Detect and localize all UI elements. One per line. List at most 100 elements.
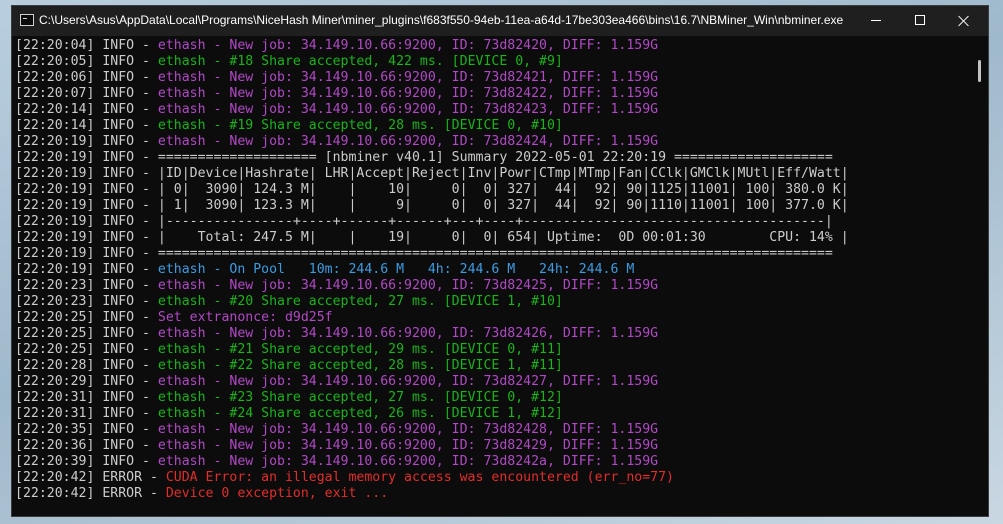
minimize-button[interactable] — [854, 6, 898, 36]
log-line: [22:20:31] INFO - ethash - #24 Share acc… — [15, 406, 970, 422]
log-prefix: [22:20:25] INFO - — [15, 326, 158, 341]
log-prefix: [22:20:19] INFO - — [15, 198, 158, 213]
log-message: |----------------+----+------+------+---… — [157, 214, 833, 229]
log-message: | Total: 247.5 M| | 19| 0| 0| 654| Uptim… — [157, 230, 849, 245]
log-message: CUDA Error: an illegal memory access was… — [165, 470, 674, 485]
log-prefix: [22:20:25] INFO - — [15, 310, 158, 325]
log-prefix: [22:20:31] INFO - — [15, 390, 158, 405]
log-line: [22:20:06] INFO - ethash - New job: 34.1… — [15, 70, 970, 86]
log-message: Set extranonce: d9d25f — [157, 310, 333, 325]
log-prefix: [22:20:19] INFO - — [15, 214, 158, 229]
log-message: ethash - #18 Share accepted, 422 ms. [DE… — [157, 54, 563, 69]
log-prefix: [22:20:06] INFO - — [15, 70, 158, 85]
log-message: ========================================… — [157, 246, 833, 261]
log-line: [22:20:25] INFO - ethash - #21 Share acc… — [15, 342, 970, 358]
log-line: [22:20:23] INFO - ethash - #20 Share acc… — [15, 294, 970, 310]
close-icon — [956, 13, 972, 29]
log-message: ethash - On Pool 10m: 244.6 M 4h: 244.6 … — [157, 262, 635, 277]
log-message: ethash - #20 Share accepted, 27 ms. [DEV… — [157, 294, 563, 309]
log-line: [22:20:14] INFO - ethash - #19 Share acc… — [15, 118, 970, 134]
log-prefix: [22:20:19] INFO - — [15, 246, 158, 261]
log-message: | 1| 3090| 123.3 M| | 9| 0| 0| 327| 44| … — [157, 198, 849, 213]
log-line: [22:20:36] INFO - ethash - New job: 34.1… — [15, 438, 970, 454]
log-prefix: [22:20:14] INFO - — [15, 118, 158, 133]
log-prefix: [22:20:39] INFO - — [15, 454, 158, 469]
log-prefix: [22:20:23] INFO - — [15, 294, 158, 309]
log-message: ethash - New job: 34.149.10.66:9200, ID:… — [157, 134, 659, 149]
log-line: [22:20:19] INFO - | 0| 3090| 124.3 M| | … — [15, 182, 970, 198]
log-prefix: [22:20:42] ERROR - — [15, 486, 166, 501]
log-line: [22:20:42] ERROR - Device 0 exception, e… — [15, 486, 970, 502]
log-line: [22:20:19] INFO - ======================… — [15, 246, 970, 262]
log-message: ethash - #22 Share accepted, 28 ms. [DEV… — [157, 358, 563, 373]
log-message: ethash - #23 Share accepted, 27 ms. [DEV… — [157, 390, 563, 405]
log-message: ethash - New job: 34.149.10.66:9200, ID:… — [157, 278, 659, 293]
title-bar[interactable]: C:\Users\Asus\AppData\Local\Programs\Nic… — [12, 6, 988, 36]
log-message: ethash - New job: 34.149.10.66:9200, ID:… — [157, 422, 659, 437]
log-line: [22:20:35] INFO - ethash - New job: 34.1… — [15, 422, 970, 438]
log-message: ethash - New job: 34.149.10.66:9200, ID:… — [157, 86, 659, 101]
log-prefix: [22:20:29] INFO - — [15, 374, 158, 389]
log-message: ==================== [nbminer v40.1] Sum… — [157, 150, 833, 165]
log-prefix: [22:20:04] INFO - — [15, 38, 158, 53]
log-prefix: [22:20:19] INFO - — [15, 262, 158, 277]
log-prefix: [22:20:19] INFO - — [15, 166, 158, 181]
minimize-icon — [871, 20, 881, 21]
window-title: C:\Users\Asus\AppData\Local\Programs\Nic… — [39, 13, 844, 27]
log-prefix: [22:20:31] INFO - — [15, 406, 158, 421]
log-prefix: [22:20:19] INFO - — [15, 230, 158, 245]
log-prefix: [22:20:25] INFO - — [15, 342, 158, 357]
log-prefix: [22:20:35] INFO - — [15, 422, 158, 437]
log-prefix: [22:20:14] INFO - — [15, 102, 158, 117]
log-line: [22:20:19] INFO - | 1| 3090| 123.3 M| | … — [15, 198, 970, 214]
maximize-icon — [915, 15, 925, 25]
log-line: [22:20:31] INFO - ethash - #23 Share acc… — [15, 390, 970, 406]
log-line: [22:20:14] INFO - ethash - New job: 34.1… — [15, 102, 970, 118]
log-message: ethash - New job: 34.149.10.66:9200, ID:… — [157, 326, 659, 341]
log-prefix: [22:20:36] INFO - — [15, 438, 158, 453]
log-line: [22:20:19] INFO - |ID|Device|Hashrate| L… — [15, 166, 970, 182]
log-message: ethash - #24 Share accepted, 26 ms. [DEV… — [157, 406, 563, 421]
log-prefix: [22:20:19] INFO - — [15, 134, 158, 149]
log-line: [22:20:19] INFO - | Total: 247.5 M| | 19… — [15, 230, 970, 246]
log-message: ethash - #21 Share accepted, 29 ms. [DEV… — [157, 342, 563, 357]
log-message: ethash - New job: 34.149.10.66:9200, ID:… — [157, 38, 659, 53]
log-message: Device 0 exception, exit ... — [165, 486, 389, 501]
log-prefix: [22:20:05] INFO - — [15, 54, 158, 69]
log-line: [22:20:29] INFO - ethash - New job: 34.1… — [15, 374, 970, 390]
log-prefix: [22:20:42] ERROR - — [15, 470, 166, 485]
console-icon[interactable] — [20, 14, 34, 26]
log-prefix: [22:20:19] INFO - — [15, 182, 158, 197]
log-line: [22:20:42] ERROR - CUDA Error: an illega… — [15, 470, 970, 486]
log-line: [22:20:25] INFO - Set extranonce: d9d25f — [15, 310, 970, 326]
scrollbar-thumb[interactable] — [978, 60, 981, 82]
console-window[interactable]: C:\Users\Asus\AppData\Local\Programs\Nic… — [11, 5, 989, 517]
log-message: ethash - New job: 34.149.10.66:9200, ID:… — [157, 454, 659, 469]
log-message: |ID|Device|Hashrate| LHR|Accept|Reject|I… — [157, 166, 849, 181]
log-message: ethash - New job: 34.149.10.66:9200, ID:… — [157, 102, 659, 117]
close-button[interactable] — [942, 6, 986, 36]
log-message: ethash - New job: 34.149.10.66:9200, ID:… — [157, 438, 659, 453]
log-line: [22:20:05] INFO - ethash - #18 Share acc… — [15, 54, 970, 70]
log-line: [22:20:19] INFO - ethash - On Pool 10m: … — [15, 262, 970, 278]
log-line: [22:20:19] INFO - |----------------+----… — [15, 214, 970, 230]
vertical-scrollbar[interactable] — [972, 38, 986, 514]
log-line: [22:20:25] INFO - ethash - New job: 34.1… — [15, 326, 970, 342]
log-line: [22:20:19] INFO - ethash - New job: 34.1… — [15, 134, 970, 150]
log-prefix: [22:20:23] INFO - — [15, 278, 158, 293]
log-message: | 0| 3090| 124.3 M| | 10| 0| 0| 327| 44|… — [157, 182, 849, 197]
log-message: ethash - New job: 34.149.10.66:9200, ID:… — [157, 70, 659, 85]
log-line: [22:20:04] INFO - ethash - New job: 34.1… — [15, 38, 970, 54]
log-line: [22:20:39] INFO - ethash - New job: 34.1… — [15, 454, 970, 470]
console-output[interactable]: [22:20:04] INFO - ethash - New job: 34.1… — [15, 38, 970, 512]
log-line: [22:20:07] INFO - ethash - New job: 34.1… — [15, 86, 970, 102]
log-prefix: [22:20:07] INFO - — [15, 86, 158, 101]
log-message: ethash - #19 Share accepted, 28 ms. [DEV… — [157, 118, 563, 133]
log-line: [22:20:23] INFO - ethash - New job: 34.1… — [15, 278, 970, 294]
log-line: [22:20:28] INFO - ethash - #22 Share acc… — [15, 358, 970, 374]
log-prefix: [22:20:19] INFO - — [15, 150, 158, 165]
log-line: [22:20:19] INFO - ==================== [… — [15, 150, 970, 166]
maximize-button[interactable] — [898, 6, 942, 36]
log-message: ethash - New job: 34.149.10.66:9200, ID:… — [157, 374, 659, 389]
log-prefix: [22:20:28] INFO - — [15, 358, 158, 373]
